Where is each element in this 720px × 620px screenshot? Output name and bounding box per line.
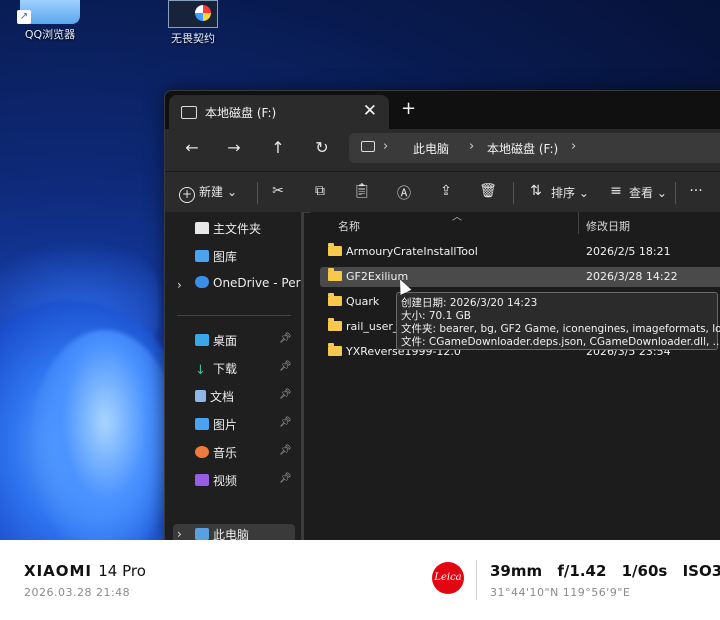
capture-datetime: 2026.03.28 21:48 [24,586,131,599]
address-bar-row: ← → ↑ ↻ › 此电脑 › 本地磁盘 (F:) › [165,129,720,171]
folder-icon [328,318,342,331]
gps-coordinates: 31°44'10"N 119°56'9"E [490,586,631,599]
download-folder-icon: ↓ [195,363,206,378]
breadcrumb-local-disk[interactable]: 本地磁盘 (F:) [487,140,558,157]
this-pc-icon [361,141,375,152]
exif-info: 39mm f/1.42 1/60s ISO320 [490,562,720,580]
pin-icon[interactable]: 📌︎ [279,361,292,372]
delete-icon[interactable]: 🗑︎ [477,183,499,199]
sidebar-item-downloads[interactable]: ↓ 下载 📌︎ [195,360,292,380]
folder-info-tooltip: 创建日期: 2026/3/20 14:23 大小: 70.1 GB 文件夹: b… [396,292,720,350]
back-button[interactable]: ← [181,138,203,157]
file-row-selected[interactable]: GF2Exilium 2026/3/28 14:22 [320,267,720,287]
sort-icon: ⇅ [530,183,542,199]
home-icon [195,222,209,234]
tab-title: 本地磁盘 (F:) [205,106,277,120]
file-list: ︿ 名称 修改日期 ArmouryCrateInstallTool 2026/2… [310,212,720,540]
tooltip-files: 文件: CGameDownloader.deps.json, CGameDown… [401,336,720,348]
column-header-modified[interactable]: 修改日期 [586,218,630,234]
new-label: 新建 [199,185,224,199]
sidebar-item-home[interactable]: 主文件夹 [195,220,261,240]
expand-chevron-icon[interactable]: › [177,527,182,540]
tab-local-disk-f[interactable]: 本地磁盘 (F:) ✕ [169,95,389,129]
sort-indicator-icon: ︿ [452,212,462,223]
address-field[interactable]: › 此电脑 › 本地磁盘 (F:) › [349,133,720,163]
share-icon[interactable]: ⇪ [435,183,457,199]
sidebar-item-music[interactable]: 音乐 📌︎ [195,444,292,464]
column-header-name[interactable]: 名称 [338,218,360,234]
sidebar-item-documents[interactable]: 文档 📌︎ [195,388,292,408]
paste-icon[interactable]: 📋︎ [351,183,373,199]
file-modified: 2026/2/5 18:21 [586,245,671,258]
folder-icon [328,243,342,256]
desktop: ↗ QQ浏览器 无畏契约 本地磁盘 (F:) ✕ + ← → ↑ ↻ › 此电脑… [0,0,720,540]
file-name: Quark [346,295,380,308]
shutter-speed: 1/60s [621,562,668,580]
file-name: ArmouryCrateInstallTool [346,245,478,258]
this-pc-icon [195,528,209,540]
folder-icon [328,268,342,281]
drive-icon [181,106,197,119]
sidebar-item-this-pc[interactable]: 此电脑 [195,526,249,540]
sidebar-item-gallery[interactable]: 图库 [195,248,237,268]
pin-icon[interactable]: 📌︎ [279,473,292,484]
aperture: f/1.42 [557,562,607,580]
new-tab-button[interactable]: + [401,98,416,119]
forward-button[interactable]: → [223,138,245,157]
view-button[interactable]: 查看 ⌄ [629,184,667,201]
breadcrumb-this-pc[interactable]: 此电脑 [413,140,449,157]
videos-folder-icon [195,474,209,486]
copy-icon[interactable]: ⧉ [309,183,331,199]
sidebar-item-onedrive[interactable]: OneDrive - Per [195,276,301,296]
rename-icon[interactable]: Ⓐ [393,183,415,203]
expand-chevron-icon[interactable]: › [177,278,182,292]
desktop-icon-label: QQ浏览器 [24,28,76,41]
gallery-icon [195,250,209,262]
sidebar-item-videos[interactable]: 视频 📌︎ [195,472,292,492]
pin-icon[interactable]: 📌︎ [279,333,292,344]
leica-logo: Leica [432,562,464,594]
tab-bar: 本地磁盘 (F:) ✕ + [165,91,720,129]
sidebar-item-desktop[interactable]: 桌面 📌︎ [195,332,292,352]
sidebar-scrollbar[interactable] [301,212,304,540]
pictures-folder-icon [195,418,209,430]
folder-icon [328,293,342,306]
desktop-folder-icon [195,334,209,346]
pin-icon[interactable]: 📌︎ [279,445,292,456]
plus-circle-icon: + [179,187,195,203]
navigation-pane: 主文件夹 图库 › OneDrive - Per 桌面 📌︎ ↓ 下载 📌︎ 文档 📌︎… [165,212,304,540]
shortcut-arrow-icon: ↗ [17,10,31,24]
more-options-button[interactable]: ··· [685,183,707,199]
valorant-icon [168,0,218,28]
pin-icon[interactable]: 📌︎ [279,417,292,428]
camera-model: XIAOMI 14 Pro [24,562,146,580]
desktop-icon-valorant[interactable]: 无畏契约 [148,0,238,46]
breadcrumb-separator[interactable]: › [571,139,576,154]
focal-length: 39mm [490,562,543,580]
view-icon: ≡ [610,183,622,199]
music-folder-icon [195,446,209,458]
file-modified: 2026/3/28 14:22 [586,270,678,283]
breadcrumb-separator[interactable]: › [383,139,388,154]
camera-watermark: XIAOMI 14 Pro 2026.03.28 21:48 Leica 39m… [0,540,720,620]
desktop-icon-qq-browser[interactable]: ↗ QQ浏览器 [5,0,95,42]
refresh-button[interactable]: ↻ [311,138,333,157]
close-tab-icon[interactable]: ✕ [363,101,377,121]
file-row[interactable]: ArmouryCrateInstallTool 2026/2/5 18:21 [320,242,720,262]
onedrive-icon [195,276,209,288]
new-button[interactable]: + 新建 ⌄ [179,183,237,203]
pin-icon[interactable]: 📌︎ [279,389,292,400]
up-button[interactable]: ↑ [267,138,289,157]
folder-icon [328,343,342,356]
sort-button[interactable]: 排序 ⌄ [551,184,589,201]
breadcrumb-separator[interactable]: › [469,139,474,154]
documents-folder-icon [195,390,206,402]
sidebar-item-pictures[interactable]: 图片 📌︎ [195,416,292,436]
desktop-icon-label: 无畏契约 [171,32,215,45]
cut-icon[interactable]: ✂ [267,183,289,199]
command-bar: + 新建 ⌄ ✂ ⧉ 📋︎ Ⓐ ⇪ 🗑︎ ⇅ 排序 ⌄ ≡ 查看 ⌄ ··· [165,171,720,213]
iso: ISO320 [682,562,720,580]
